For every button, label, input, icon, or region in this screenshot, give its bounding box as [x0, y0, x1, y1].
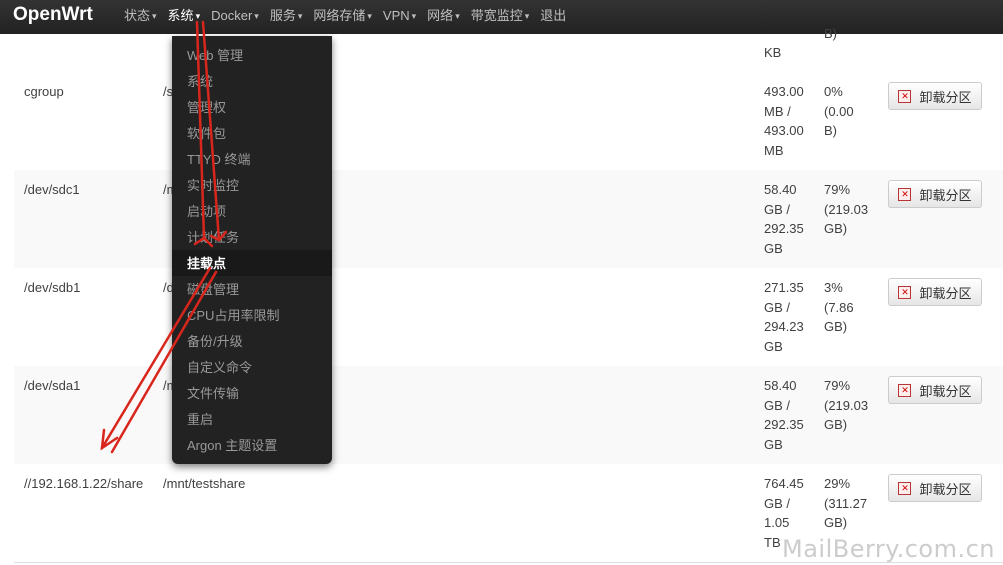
- arrow-line-3: [100, 266, 212, 450]
- annotation-arrows: [100, 20, 228, 454]
- arrow-head-1: [193, 236, 214, 248]
- watermark: MailBerry.com.cn: [782, 535, 995, 563]
- arrow-line-1: [195, 20, 206, 240]
- arrow-line-2: [201, 20, 221, 242]
- arrow-line-4: [110, 270, 218, 454]
